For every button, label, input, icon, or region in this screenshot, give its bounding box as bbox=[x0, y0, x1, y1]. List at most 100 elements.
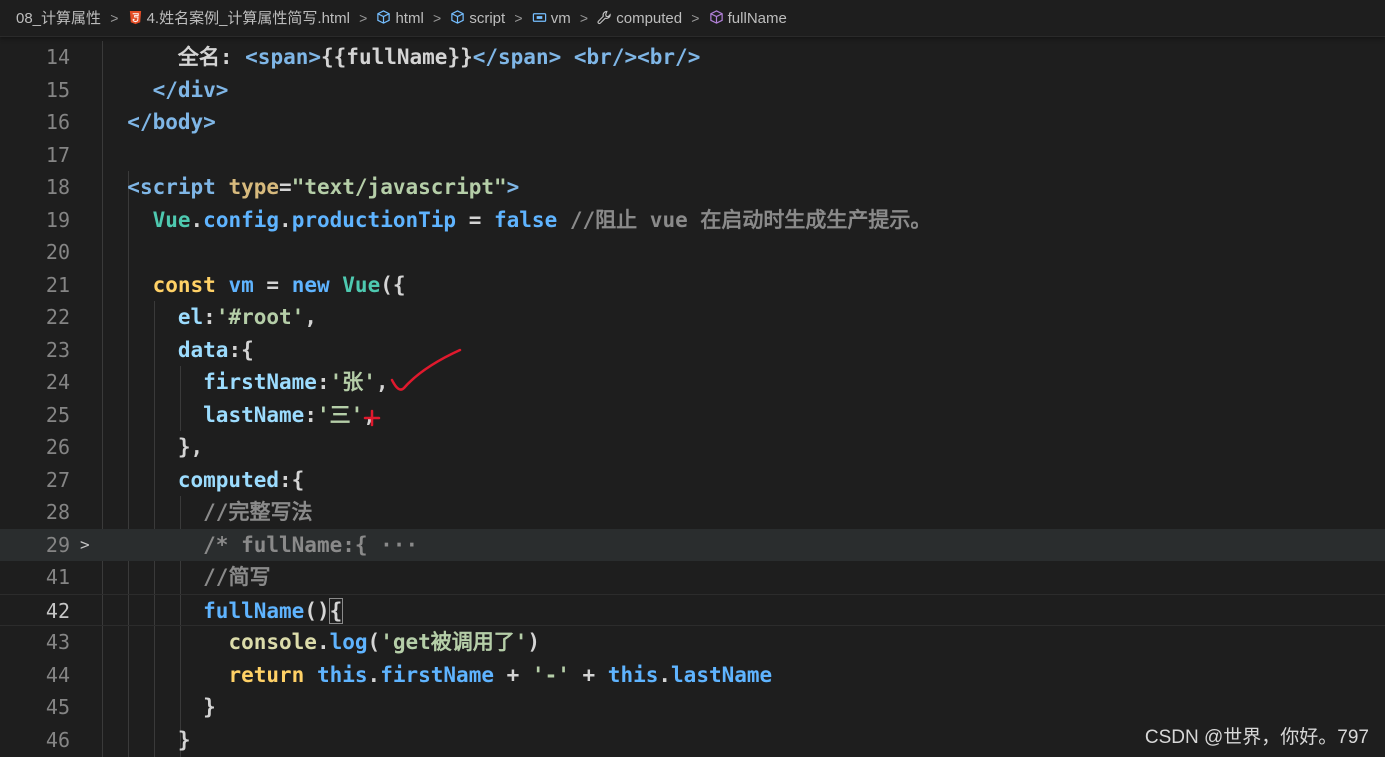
line-number: 41 bbox=[45, 565, 70, 589]
code-content: console.log('get被调用了') bbox=[102, 626, 540, 659]
breadcrumb-file[interactable]: 4.姓名案例_计算属性简写.html bbox=[128, 1, 350, 37]
code-line[interactable]: 18 <script type="text/javascript"> bbox=[0, 171, 1385, 204]
code-editor[interactable]: 14 全名: <span>{{fullName}}</span> <br/><b… bbox=[0, 41, 1385, 757]
code-token: lastName bbox=[203, 402, 305, 427]
code-token: this bbox=[316, 662, 368, 687]
code-token: : bbox=[316, 370, 330, 394]
code-token: false bbox=[494, 207, 558, 232]
code-token: "text/javascript" bbox=[291, 175, 507, 199]
code-token: /* fullName:{ ··· bbox=[203, 532, 419, 557]
line-number: 20 bbox=[45, 240, 70, 264]
code-line[interactable]: 23 data:{ bbox=[0, 334, 1385, 367]
breadcrumb-html[interactable]: html bbox=[376, 1, 424, 37]
code-token: 全名: bbox=[102, 45, 246, 69]
code-content: fullName(){ bbox=[102, 595, 344, 628]
code-line[interactable]: 43 console.log('get被调用了') bbox=[0, 626, 1385, 659]
code-token: 'get被调用了' bbox=[380, 630, 528, 654]
variable-icon bbox=[532, 13, 546, 22]
code-line[interactable]: 45 } bbox=[0, 691, 1385, 724]
line-number: 45 bbox=[45, 695, 70, 719]
breadcrumb-file-label: 4.姓名案例_计算属性简写.html bbox=[146, 10, 350, 28]
code-token: computed bbox=[177, 467, 280, 492]
breadcrumb-html-label: html bbox=[395, 10, 424, 28]
code-line[interactable]: 20 bbox=[0, 236, 1385, 269]
code-token: this bbox=[607, 662, 659, 687]
code-content: <script type="text/javascript"> bbox=[102, 171, 519, 204]
line-number: 14 bbox=[45, 45, 70, 69]
code-line[interactable]: 28 //完整写法 bbox=[0, 496, 1385, 529]
breadcrumb-fullname-label: fullName bbox=[727, 10, 787, 28]
code-line[interactable]: 17 bbox=[0, 139, 1385, 172]
wrench-icon bbox=[597, 10, 611, 25]
code-token: > bbox=[506, 175, 520, 199]
breadcrumb-folder[interactable]: 08_计算属性 bbox=[16, 1, 101, 37]
code-line[interactable]: 21 const vm = new Vue({ bbox=[0, 269, 1385, 302]
chevron-right-icon: > bbox=[110, 10, 119, 26]
code-line[interactable]: 44 return this.firstName + '-' + this.la… bbox=[0, 659, 1385, 692]
code-content: return this.firstName + '-' + this.lastN… bbox=[102, 659, 772, 692]
code-token: config bbox=[203, 207, 280, 232]
chevron-right-icon: > bbox=[691, 10, 700, 26]
code-line[interactable]: 26 }, bbox=[0, 431, 1385, 464]
code-token: console bbox=[228, 630, 317, 654]
code-token: //阻止 vue 在启动时生成生产提示。 bbox=[569, 207, 932, 232]
code-content: } bbox=[102, 724, 191, 757]
code-token: . bbox=[279, 207, 292, 232]
code-content: //简写 bbox=[102, 561, 270, 594]
code-line[interactable]: 19 Vue.config.productionTip = false //阻止… bbox=[0, 204, 1385, 237]
line-number: 46 bbox=[45, 727, 70, 752]
chevron-right-icon: > bbox=[432, 10, 442, 26]
code-line[interactable]: 29 > /* fullName:{ ··· bbox=[0, 528, 1385, 562]
code-token: + bbox=[493, 662, 532, 687]
line-number: 21 bbox=[45, 272, 70, 297]
code-content: //完整写法 bbox=[102, 496, 312, 529]
breadcrumb-computed-label: computed bbox=[616, 10, 683, 28]
code-token: firstName bbox=[380, 662, 494, 687]
line-number: 22 bbox=[45, 305, 70, 329]
code-content: /* fullName:{ ··· bbox=[102, 529, 418, 562]
code-line[interactable]: 27 computed:{ bbox=[0, 464, 1385, 497]
code-line[interactable]: 22 el:'#root', bbox=[0, 301, 1385, 334]
code-line[interactable]: 24 firstName:'张', bbox=[0, 366, 1385, 399]
code-token: : bbox=[304, 402, 317, 427]
code-line[interactable]: 15 </div> bbox=[0, 74, 1385, 107]
code-token: = bbox=[253, 272, 292, 297]
code-token: ) bbox=[527, 630, 541, 654]
code-token: <script bbox=[127, 175, 229, 199]
chevron-right-icon: > bbox=[359, 10, 368, 26]
code-content: Vue.config.productionTip = false //阻止 vu… bbox=[102, 204, 932, 237]
code-content: </div> bbox=[102, 74, 229, 107]
fold-chevron-icon[interactable]: > bbox=[80, 529, 90, 562]
line-number: 19 bbox=[45, 207, 70, 232]
code-token: productionTip bbox=[291, 207, 457, 232]
code-content: </body> bbox=[102, 106, 216, 139]
code-line[interactable]: 14 全名: <span>{{fullName}}</span> <br/><b… bbox=[0, 41, 1385, 74]
breadcrumb-script[interactable]: script bbox=[450, 1, 505, 37]
html5-icon bbox=[129, 10, 141, 25]
code-token: '#root' bbox=[215, 305, 305, 329]
code-token: ( bbox=[367, 630, 381, 654]
breadcrumb-vm[interactable]: vm bbox=[532, 1, 571, 37]
code-token: new bbox=[291, 272, 330, 297]
code-line[interactable]: 16 </body> bbox=[0, 106, 1385, 139]
code-line[interactable]: 42 fullName(){ bbox=[0, 593, 1385, 628]
code-token: = bbox=[456, 207, 494, 232]
code-line[interactable]: 25 lastName:'三', bbox=[0, 399, 1385, 432]
breadcrumb-computed[interactable]: computed bbox=[597, 1, 682, 37]
code-token: , bbox=[363, 402, 376, 427]
code-line[interactable]: 41 //简写 bbox=[0, 561, 1385, 594]
code-token: fullName bbox=[203, 598, 305, 623]
breadcrumb-fullname[interactable]: fullName bbox=[709, 1, 787, 37]
code-token: log bbox=[329, 630, 368, 654]
code-token: const bbox=[152, 272, 216, 297]
line-number: 29 bbox=[45, 532, 70, 557]
code-content: computed:{ bbox=[102, 464, 304, 497]
